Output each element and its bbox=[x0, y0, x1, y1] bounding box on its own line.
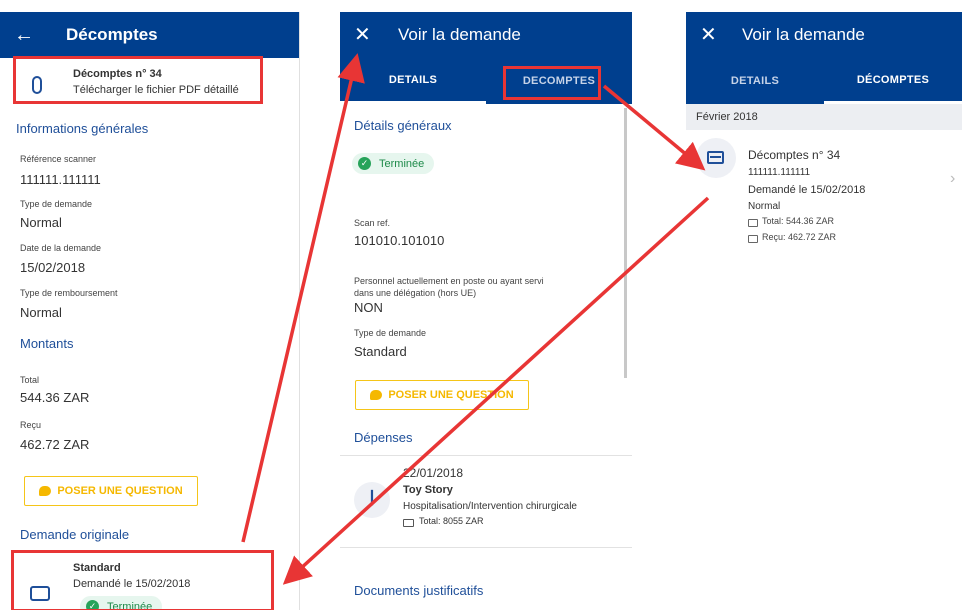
section-original: Demande originale bbox=[20, 527, 130, 542]
field-value: 111111.111111 bbox=[20, 172, 101, 187]
tab-decomptes[interactable]: DÉCOMPTES bbox=[824, 58, 962, 104]
amount-label: Reçu bbox=[20, 420, 42, 430]
ask-question-button[interactable]: POSER UNE QUESTION bbox=[24, 476, 198, 506]
wallet-icon bbox=[748, 235, 758, 243]
amount-label: Total bbox=[20, 375, 40, 385]
header: ✕ Voir la demande bbox=[686, 12, 962, 58]
card-received: Reçu: 462.72 ZAR bbox=[762, 232, 837, 242]
highlight-box-decomptes-tab bbox=[503, 66, 601, 100]
card-type: Normal bbox=[748, 201, 781, 212]
amount-value: 462.72 ZAR bbox=[20, 437, 90, 452]
section-expenses: Dépenses bbox=[354, 430, 413, 445]
scan-label: Scan ref. bbox=[354, 218, 391, 228]
highlight-box-pdf bbox=[13, 56, 263, 104]
section-general: Informations générales bbox=[16, 121, 149, 136]
card-icon-circle bbox=[696, 138, 736, 178]
field-label: Type de demande bbox=[20, 199, 93, 209]
field-value: Normal bbox=[20, 305, 62, 320]
tab-details[interactable]: DETAILS bbox=[340, 58, 486, 104]
page-title: Décomptes bbox=[66, 25, 158, 44]
section-amounts: Montants bbox=[20, 336, 74, 351]
decompte-card[interactable]: Décomptes n° 34 111111.111111 Demandé le… bbox=[686, 130, 962, 272]
field-label: Référence scanner bbox=[20, 154, 97, 164]
field-label: Date de la demande bbox=[20, 243, 102, 253]
request-detail-panel: ✕ Voir la demande DETAILS DECOMPTES Déta… bbox=[340, 12, 632, 610]
page-title: Voir la demande bbox=[742, 25, 865, 44]
status-label: Terminée bbox=[379, 157, 425, 170]
expense-icon: ꟾ bbox=[354, 482, 390, 518]
close-icon[interactable]: ✕ bbox=[700, 25, 722, 45]
chevron-right-icon: › bbox=[950, 170, 956, 187]
expense-date: 22/01/2018 bbox=[403, 466, 464, 480]
status-badge: ✓ Terminée bbox=[352, 153, 435, 174]
amount-value: 544.36 ZAR bbox=[20, 390, 90, 405]
close-icon[interactable]: ✕ bbox=[354, 25, 376, 45]
back-arrow-icon[interactable]: ← bbox=[14, 25, 36, 45]
personnel-label: Personnel actuellement en poste ou ayant… bbox=[354, 276, 544, 298]
field-label: Type de remboursement bbox=[20, 288, 118, 298]
wallet-icon bbox=[748, 219, 758, 227]
card-date: Demandé le 15/02/2018 bbox=[748, 184, 866, 196]
card-ref: 111111.111111 bbox=[748, 167, 811, 178]
expense-item[interactable]: ꟾ 22/01/2018 Toy Story Hospitalisation/I… bbox=[340, 455, 632, 548]
personnel-value: NON bbox=[354, 300, 383, 315]
page-title: Voir la demande bbox=[398, 25, 521, 44]
card-total: Total: 544.36 ZAR bbox=[762, 216, 835, 226]
tab-bar: DETAILS DÉCOMPTES bbox=[686, 58, 962, 104]
header: ← Décomptes bbox=[0, 12, 299, 58]
ask-question-button[interactable]: POSER UNE QUESTION bbox=[355, 380, 529, 410]
check-icon: ✓ bbox=[358, 157, 371, 170]
expense-name: Toy Story bbox=[403, 484, 453, 496]
section-documents: Documents justificatifs bbox=[354, 583, 484, 598]
credit-card-icon bbox=[707, 151, 724, 164]
chat-icon bbox=[39, 486, 52, 496]
month-header: Février 2018 bbox=[686, 104, 962, 130]
expense-category: Hospitalisation/Intervention chirurgical… bbox=[403, 501, 577, 512]
ask-question-label: POSER UNE QUESTION bbox=[388, 389, 514, 401]
ask-question-label: POSER UNE QUESTION bbox=[57, 485, 183, 497]
wallet-icon bbox=[403, 519, 414, 527]
scrollbar[interactable] bbox=[624, 108, 627, 378]
card-title: Décomptes n° 34 bbox=[748, 148, 841, 162]
type-value: Standard bbox=[354, 344, 407, 359]
chat-icon bbox=[370, 390, 383, 400]
tab-details[interactable]: DETAILS bbox=[686, 58, 824, 104]
section-general-details: Détails généraux bbox=[354, 118, 452, 133]
highlight-box-original bbox=[11, 550, 274, 610]
field-value: Normal bbox=[20, 215, 62, 230]
header: ✕ Voir la demande bbox=[340, 12, 632, 58]
field-value: 15/02/2018 bbox=[20, 260, 86, 275]
decomptes-list-panel: ✕ Voir la demande DETAILS DÉCOMPTES Févr… bbox=[686, 12, 962, 272]
expense-total: Total: 8055 ZAR bbox=[419, 516, 484, 526]
scan-value: 101010.101010 bbox=[354, 233, 445, 248]
type-label: Type de demande bbox=[354, 328, 427, 338]
